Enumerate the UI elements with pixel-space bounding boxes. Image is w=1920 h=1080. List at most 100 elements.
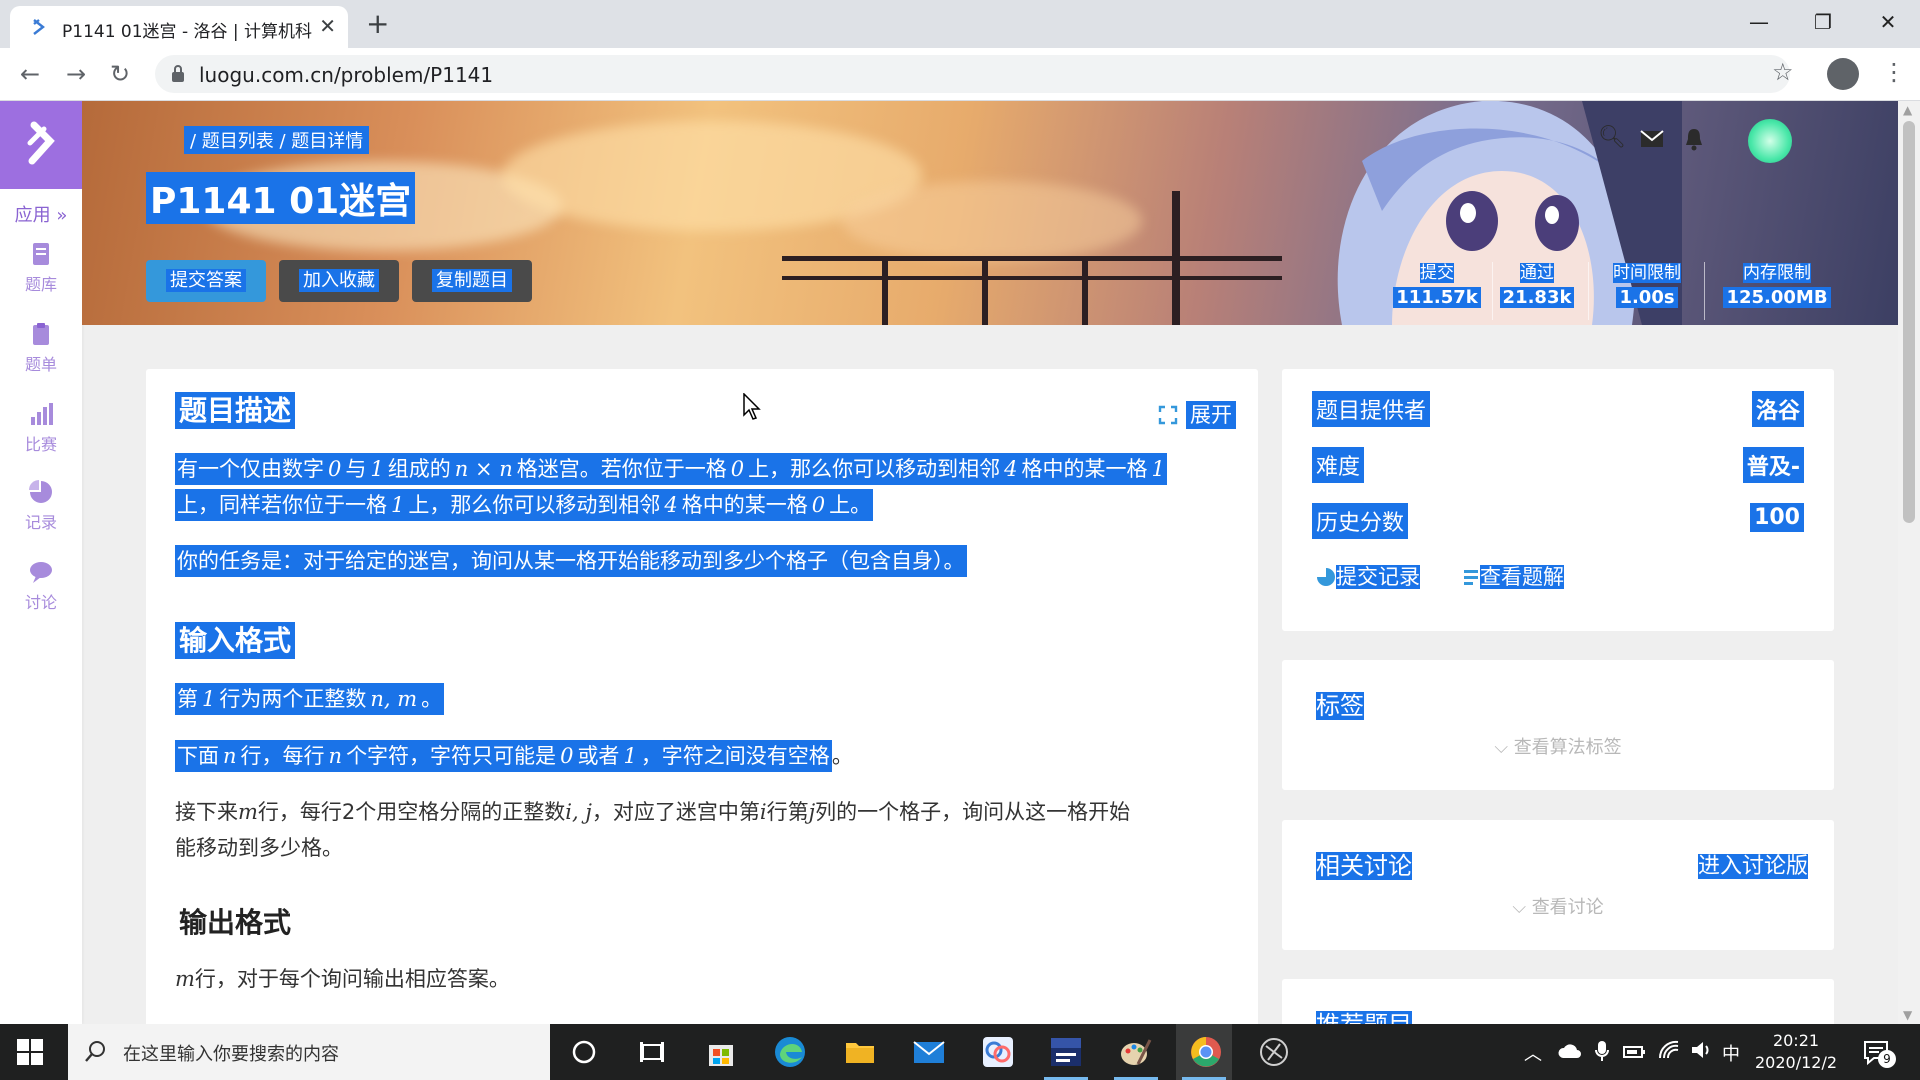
mouse-cursor-icon <box>743 393 761 420</box>
scroll-down-icon[interactable]: ▼ <box>1903 1008 1912 1022</box>
cortana-icon[interactable] <box>566 1034 602 1070</box>
bell-icon[interactable] <box>1684 127 1704 151</box>
sidebar-item-label: 讨论 <box>24 593 57 612</box>
add-favorite-button[interactable]: 加入收藏 <box>279 260 399 302</box>
book-icon <box>33 243 49 265</box>
breadcrumb[interactable]: / 题目列表 / 题目详情 <box>184 126 370 154</box>
bar-chart-icon <box>31 403 53 425</box>
stat-memory-limit: 内存限制 125.00MB <box>1712 258 1842 308</box>
submit-answer-button[interactable]: 提交答案 <box>146 260 266 302</box>
stat-time-limit: 时间限制 1.00s <box>1613 263 1681 308</box>
output-paragraph-1: m行，对于每个询问输出相应答案。 <box>175 967 510 991</box>
mail-icon[interactable] <box>1640 129 1664 149</box>
info-row-difficulty: 难度 普及- <box>1312 447 1804 485</box>
back-arrow-icon[interactable]: ← <box>14 58 46 90</box>
minimize-button[interactable]: — <box>1737 6 1781 38</box>
sidebar-item-contests[interactable]: 比赛 <box>0 401 82 455</box>
sidebar-item-problem-lists[interactable]: 题单 <box>0 321 82 375</box>
microphone-icon[interactable] <box>1594 1040 1610 1062</box>
wifi-icon[interactable] <box>1658 1040 1680 1060</box>
description-paragraph-1: 有一个仅由数字 0 与 1 组成的 n × n 格迷宫。若你位于一格 0 上，那么你可以移动到相… <box>175 451 1235 523</box>
chevron-down-icon: ⌵ <box>1494 737 1514 758</box>
submit-records-link[interactable]: 提交记录 <box>1312 559 1424 593</box>
show-algorithm-tags[interactable]: ⌵ 查看算法标签 <box>1282 733 1834 759</box>
sidebar-item-label: 题单 <box>24 355 57 374</box>
show-discussions[interactable]: ⌵ 查看讨论 <box>1282 893 1834 919</box>
chevron-down-icon: ⌵ <box>1512 897 1532 918</box>
restore-button[interactable]: ❐ <box>1801 6 1845 38</box>
expand-icon <box>1158 405 1178 425</box>
store-icon[interactable] <box>703 1034 739 1070</box>
browser-menu-icon[interactable]: ⋮ <box>1882 58 1906 86</box>
luogu-logo[interactable] <box>0 101 82 189</box>
volume-icon[interactable] <box>1690 1040 1712 1060</box>
app-icon-photos[interactable] <box>980 1034 1016 1070</box>
dev-cpp-icon[interactable] <box>1048 1034 1084 1070</box>
lock-icon <box>172 65 184 82</box>
profile-avatar-icon[interactable] <box>1827 58 1859 90</box>
stat-submissions: 提交 111.57k <box>1382 258 1492 308</box>
new-tab-button[interactable]: + <box>366 7 389 40</box>
scroll-up-icon[interactable]: ▲ <box>1903 103 1912 117</box>
info-row-history-score: 历史分数 100 <box>1312 503 1804 541</box>
notification-center-icon[interactable]: 9 <box>1862 1038 1896 1068</box>
sidebar-item-label: 记录 <box>24 513 57 532</box>
problem-content-card: 展开 题目描述 有一个仅由数字 0 与 1 组成的 n × n 格迷宫。若你位于一格 0 上，那… <box>146 369 1258 1024</box>
problem-info-card: 题目提供者 洛谷 难度 普及- 历史分数 100 提交记录 查看题解 <box>1282 369 1834 631</box>
sidebar-item-label: 比赛 <box>24 435 57 454</box>
sidebar: 应用 » 题库 题单 比赛 记录 讨论 <box>0 101 82 1024</box>
output-format-heading: 输出格式 <box>179 906 292 939</box>
sidebar-item-problems[interactable]: 题库 <box>0 241 82 295</box>
tags-card: 标签 ⌵ 查看算法标签 <box>1282 660 1834 790</box>
provider-link[interactable]: 洛谷 <box>1751 391 1804 427</box>
tray-expand-icon[interactable]: ︿ <box>1524 1040 1542 1066</box>
page-content: 应用 » 题库 题单 比赛 记录 讨论 / 题目列表 / 题目详情 P1141 … <box>0 101 1920 1024</box>
clipboard-icon <box>33 323 49 345</box>
tab-close-icon[interactable]: ✕ <box>319 14 336 38</box>
copy-problem-button[interactable]: 复制题目 <box>412 260 532 302</box>
view-solutions-link[interactable]: 查看题解 <box>1458 559 1568 593</box>
url-field[interactable]: luogu.com.cn/problem/P1141 <box>155 55 1790 93</box>
problem-header-banner: / 题目列表 / 题目详情 P1141 01迷宫 提交答案 加入收藏 复制题目 … <box>82 101 1898 325</box>
sidebar-apps[interactable]: 应用 » <box>0 201 82 227</box>
system-tray: ︿ 中 <box>1500 1024 1920 1080</box>
onedrive-icon[interactable] <box>1558 1042 1582 1060</box>
edge-browser-icon[interactable] <box>772 1034 808 1070</box>
vertical-scrollbar[interactable]: ▲ ▼ <box>1898 101 1920 1024</box>
input-paragraph-2: 下面 n 行，每行 n 个字符，字符只可能是 0 或者 1 ，字符之间没有空格。 <box>175 738 1235 774</box>
forward-arrow-icon[interactable]: → <box>60 58 92 90</box>
luogu-favicon-icon <box>33 19 45 35</box>
task-view-icon[interactable] <box>634 1034 670 1070</box>
taskbar-search-box[interactable]: 在这里输入你要搜索的内容 <box>68 1024 550 1080</box>
bookmark-star-icon[interactable]: ☆ <box>1772 58 1794 86</box>
battery-plug-icon[interactable] <box>1622 1042 1646 1060</box>
paint-app-icon[interactable] <box>1118 1034 1154 1070</box>
reload-icon[interactable]: ↻ <box>104 58 136 90</box>
taskbar-clock[interactable]: 20:21 2020/12/2 <box>1750 1030 1842 1074</box>
expand-button[interactable]: 展开 <box>1158 399 1236 429</box>
close-window-button[interactable]: ✕ <box>1866 6 1910 38</box>
scrollbar-thumb[interactable] <box>1903 121 1915 523</box>
search-icon <box>85 1041 105 1062</box>
windows-start-icon[interactable] <box>16 1038 44 1066</box>
app-icon-circle[interactable] <box>1256 1034 1292 1070</box>
input-format-heading: 输入格式 <box>175 619 296 659</box>
user-avatar[interactable] <box>1748 119 1792 163</box>
input-paragraph-3: 接下来m行，每行2个用空格分隔的正整数i, j，对应了迷宫中第i行第j列的一个格… <box>175 800 1131 860</box>
sidebar-item-discuss[interactable]: 讨论 <box>0 559 82 613</box>
description-paragraph-2: 你的任务是：对于给定的迷宫，询问从某一格开始能移动到多少个格子（包含自身）。 <box>175 543 1235 579</box>
windows-taskbar: 在这里输入你要搜索的内容 ︿ 中 20:21 2020/12/2 9 <box>0 1024 1920 1080</box>
pie-chart-icon <box>1317 568 1335 586</box>
sidebar-item-records[interactable]: 记录 <box>0 479 82 533</box>
enter-discussion-link[interactable]: 进入讨论版 <box>1694 846 1812 882</box>
input-paragraph-1: 第 1 行为两个正整数 n, m。 <box>175 681 1235 717</box>
browser-tab[interactable]: P1141 01迷宫 - 洛谷 | 计算机科 ✕ <box>10 6 348 48</box>
ime-indicator[interactable]: 中 <box>1722 1040 1740 1066</box>
recommend-title: 推荐题目 <box>1312 1003 1416 1024</box>
sidebar-item-label: 题库 <box>24 275 57 294</box>
search-icon[interactable]: 🔍︎ <box>1598 125 1626 150</box>
recommend-card: 推荐题目 <box>1282 979 1834 1024</box>
mail-icon[interactable] <box>911 1034 947 1070</box>
notification-count-badge: 9 <box>1878 1050 1896 1068</box>
file-explorer-icon[interactable] <box>842 1034 878 1070</box>
